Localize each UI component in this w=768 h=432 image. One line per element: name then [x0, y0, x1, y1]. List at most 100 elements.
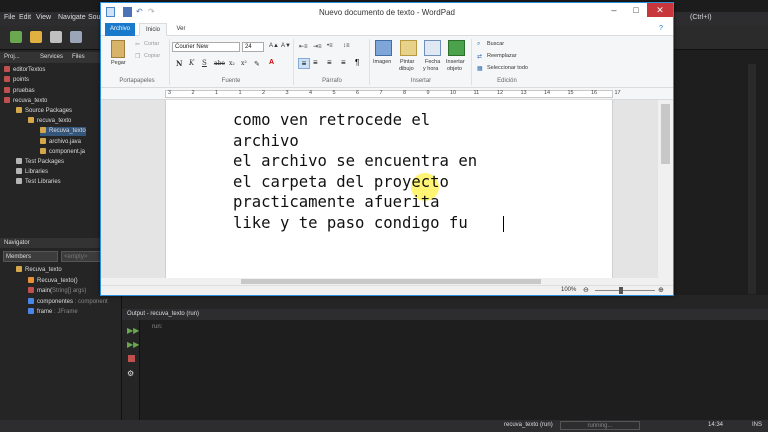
- insert-object-icon[interactable]: [448, 40, 465, 56]
- maximize-button[interactable]: □: [625, 3, 647, 17]
- tree-item[interactable]: Test Packages: [16, 158, 64, 167]
- decrease-indent-icon[interactable]: ⇤≡: [299, 43, 308, 50]
- paste-button[interactable]: Pegar: [111, 60, 126, 66]
- tree-item-selected[interactable]: Recuva_texto: [40, 127, 86, 136]
- tab-projects[interactable]: Proj...: [4, 54, 20, 60]
- tree-item[interactable]: recuva_texto: [4, 97, 47, 106]
- close-button[interactable]: ✕: [647, 3, 673, 17]
- open-icon[interactable]: [50, 31, 62, 43]
- tree-item[interactable]: points: [4, 76, 29, 85]
- ruler-number: 1: [238, 90, 242, 96]
- insert-object-label[interactable]: Insertar: [446, 59, 465, 65]
- superscript-icon[interactable]: x²: [241, 60, 247, 67]
- tree-item[interactable]: archivo.java: [40, 138, 81, 147]
- paint-drawing-label[interactable]: Pintar: [400, 59, 414, 65]
- bullets-icon[interactable]: •≡: [327, 43, 333, 49]
- scissors-icon: ✂: [135, 42, 141, 48]
- tab-files[interactable]: Files: [72, 54, 85, 60]
- highlight-color-icon[interactable]: ✎: [254, 60, 260, 68]
- minimize-button[interactable]: –: [603, 3, 625, 17]
- editor-scrollbar[interactable]: [748, 64, 756, 294]
- help-icon[interactable]: ?: [659, 25, 663, 32]
- image-icon[interactable]: [375, 40, 392, 56]
- tab-home[interactable]: Inicio: [139, 23, 167, 36]
- font-size-select[interactable]: 24: [242, 42, 264, 52]
- insert-object-label-2[interactable]: objeto: [447, 66, 462, 72]
- nav-item[interactable]: main(String[] args): [28, 287, 86, 296]
- document-page[interactable]: como ven retrocede el archivo el archivo s…: [165, 100, 613, 278]
- settings-icon[interactable]: ⚙: [127, 369, 134, 378]
- paste-icon[interactable]: [111, 40, 125, 58]
- menu-navigate[interactable]: Navigate: [58, 14, 86, 21]
- menu-edit[interactable]: Edit: [19, 14, 31, 21]
- italic-icon[interactable]: K: [189, 59, 194, 67]
- stop-icon[interactable]: [128, 355, 135, 362]
- tab-services[interactable]: Services: [40, 54, 63, 60]
- zoom-slider[interactable]: [595, 290, 655, 291]
- paragraph-icon[interactable]: ¶: [355, 58, 359, 67]
- wordpad-title-bar: ↶ ↷ Nuevo documento de texto - WordPad –…: [101, 3, 673, 23]
- tree-item[interactable]: Source Packages: [16, 107, 72, 116]
- horizontal-scrollbar[interactable]: [101, 278, 673, 285]
- tree-item[interactable]: editorTextos: [4, 66, 45, 75]
- replace-button[interactable]: Reemplazar: [487, 53, 517, 59]
- new-file-icon[interactable]: [30, 31, 42, 43]
- date-time-label-2[interactable]: y hora: [423, 66, 438, 72]
- font-color-icon[interactable]: A: [269, 59, 274, 66]
- package-folder-icon: [16, 107, 22, 114]
- paint-icon[interactable]: [400, 40, 417, 56]
- menu-source[interactable]: Sou: [88, 14, 100, 21]
- rerun-icon[interactable]: ▶▶: [127, 326, 139, 335]
- bold-icon[interactable]: N: [176, 59, 182, 68]
- zoom-in-icon[interactable]: ⊕: [658, 286, 664, 294]
- nav-item[interactable]: Recuva_texto: [16, 266, 62, 275]
- align-center-icon[interactable]: ≡: [313, 58, 318, 67]
- insert-image-button[interactable]: Imagen: [373, 59, 391, 65]
- strikethrough-icon[interactable]: abe: [214, 60, 225, 67]
- nav-item[interactable]: Recuva_texto(): [28, 277, 78, 286]
- tree-item[interactable]: pruebas: [4, 87, 35, 96]
- tree-item[interactable]: Libraries: [16, 168, 48, 177]
- select-all-button[interactable]: Seleccionar todo: [487, 65, 528, 71]
- scrollbar-thumb[interactable]: [661, 104, 670, 164]
- menu-file[interactable]: File: [4, 14, 15, 21]
- line-spacing-icon[interactable]: ↕≡: [343, 43, 350, 49]
- rerun-params-icon[interactable]: ▶▶: [127, 340, 139, 349]
- output-console[interactable]: run:: [122, 320, 768, 420]
- zoom-out-icon[interactable]: ⊖: [583, 286, 589, 294]
- ruler-number: 14: [544, 90, 551, 96]
- cut-button[interactable]: Cortar: [144, 41, 159, 47]
- underline-icon[interactable]: S: [202, 59, 207, 67]
- method-icon: [28, 287, 34, 294]
- navigator-filter-select[interactable]: Members: [3, 251, 58, 262]
- grow-font-icon[interactable]: A▲: [269, 43, 279, 49]
- ruler[interactable]: 3 2 1 1 2 3 4 5 6 7 8 9 10 11 12 13 14 15 16 17: [101, 88, 673, 100]
- tree-item[interactable]: component.ja: [40, 148, 85, 157]
- align-right-icon[interactable]: ≡: [327, 58, 332, 67]
- document-scrollbar[interactable]: [658, 100, 673, 278]
- new-project-icon[interactable]: [10, 31, 22, 43]
- increase-indent-icon[interactable]: ⇥≡: [313, 43, 322, 50]
- font-family-select[interactable]: Courier New: [172, 42, 240, 52]
- calendar-icon[interactable]: [424, 40, 441, 56]
- align-left-icon[interactable]: ≡: [298, 58, 310, 69]
- justify-icon[interactable]: ≡: [341, 58, 346, 67]
- tree-item[interactable]: Test Libraries: [16, 178, 61, 187]
- paint-drawing-label-2[interactable]: dibujo: [399, 66, 414, 72]
- hscrollbar-thumb[interactable]: [241, 279, 541, 284]
- library-icon: [16, 168, 22, 175]
- shrink-font-icon[interactable]: A▼: [281, 43, 291, 49]
- tab-view[interactable]: Ver: [171, 23, 191, 36]
- paragraph-group-label: Párrafo: [322, 78, 342, 84]
- zoom-slider-thumb[interactable]: [619, 287, 623, 294]
- subscript-icon[interactable]: x₂: [229, 60, 235, 67]
- menu-view[interactable]: View: [36, 14, 51, 21]
- nav-item[interactable]: frame : JFrame: [28, 308, 78, 317]
- tree-item[interactable]: recuva_texto: [28, 117, 71, 126]
- find-button[interactable]: Buscar: [487, 41, 504, 47]
- save-all-icon[interactable]: [70, 31, 82, 43]
- copy-button[interactable]: Copiar: [144, 53, 160, 59]
- tab-file[interactable]: Archivo: [105, 23, 135, 36]
- nav-item[interactable]: componentes : component: [28, 298, 108, 307]
- date-time-label[interactable]: Fecha: [425, 59, 440, 65]
